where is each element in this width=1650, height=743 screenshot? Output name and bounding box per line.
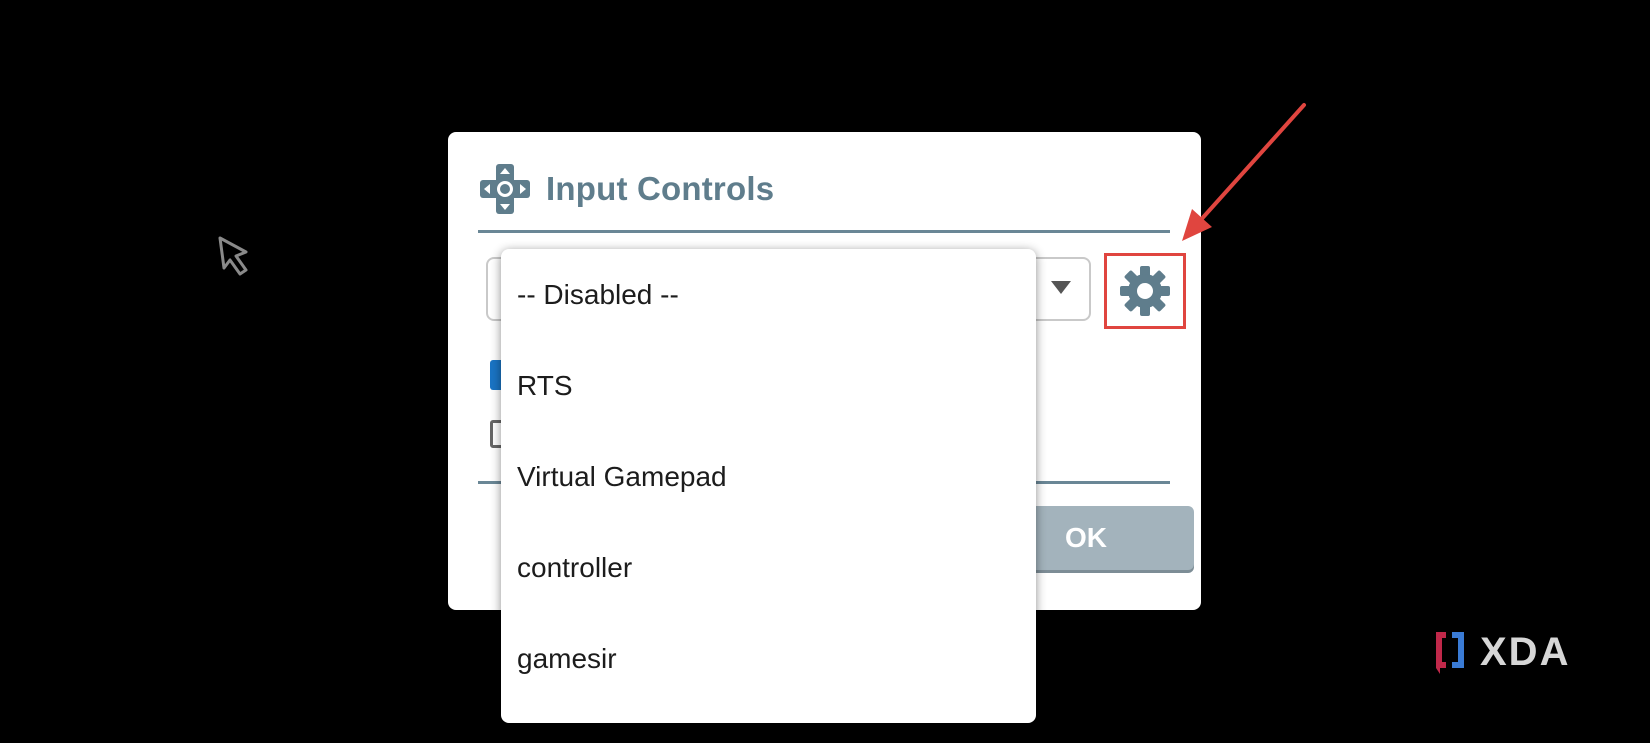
header-divider (478, 230, 1170, 233)
profile-settings-button[interactable] (1104, 253, 1186, 329)
dialog-header: Input Controls (478, 160, 774, 218)
dialog-title: Input Controls (546, 170, 775, 207)
dropdown-option-gamesir[interactable]: gamesir (501, 613, 1036, 704)
annotation-arrow-icon (1182, 103, 1306, 241)
xda-logo-icon (1436, 632, 1464, 674)
profile-dropdown-menu: -- Disabled -- RTS Virtual Gamepad contr… (501, 249, 1036, 723)
gear-icon[interactable] (1117, 263, 1173, 319)
watermark-text: XDA (1480, 629, 1571, 674)
dpad-icon (480, 164, 530, 214)
dropdown-option-disabled[interactable]: -- Disabled -- (501, 249, 1036, 340)
dropdown-option-virtual-gamepad[interactable]: Virtual Gamepad (501, 431, 1036, 522)
mouse-cursor-icon (218, 236, 248, 276)
dropdown-option-controller[interactable]: controller (501, 522, 1036, 613)
xda-watermark: XDA (1432, 628, 1570, 676)
chevron-down-icon[interactable] (1051, 281, 1071, 294)
dropdown-option-rts[interactable]: RTS (501, 340, 1036, 431)
